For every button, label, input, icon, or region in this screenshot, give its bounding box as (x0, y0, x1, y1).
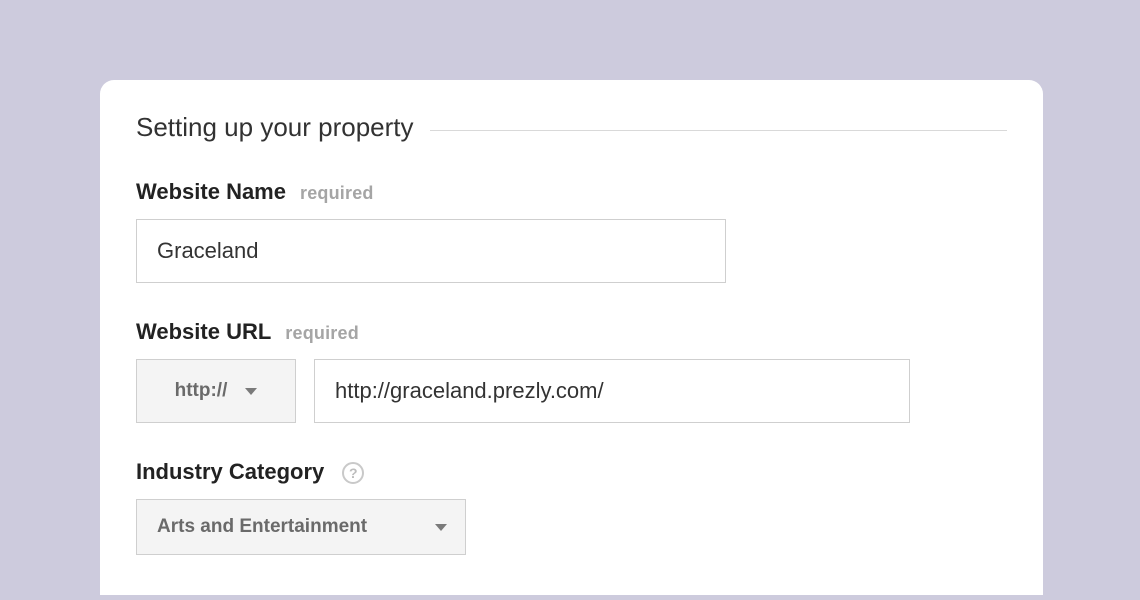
field-website-url: Website URL required http:// (136, 319, 1007, 423)
website-name-label: Website Name (136, 179, 286, 205)
field-website-name: Website Name required (136, 179, 1007, 283)
required-tag: required (300, 183, 374, 204)
chevron-down-icon (245, 388, 257, 395)
field-label-row: Industry Category ? (136, 459, 1007, 485)
section-title: Setting up your property (136, 112, 414, 143)
help-icon[interactable]: ? (342, 462, 364, 484)
industry-category-select[interactable]: Arts and Entertainment (136, 499, 466, 555)
section-divider (430, 130, 1008, 131)
chevron-down-icon (435, 524, 447, 531)
protocol-select[interactable]: http:// (136, 359, 296, 423)
url-row: http:// (136, 359, 1007, 423)
section-header: Setting up your property (136, 112, 1007, 143)
protocol-value: http:// (175, 380, 228, 402)
field-label-row: Website URL required (136, 319, 1007, 345)
website-name-input[interactable] (136, 219, 726, 283)
required-tag: required (285, 323, 359, 344)
industry-category-value: Arts and Entertainment (157, 516, 367, 538)
field-label-row: Website Name required (136, 179, 1007, 205)
website-url-label: Website URL (136, 319, 271, 345)
website-url-input[interactable] (314, 359, 910, 423)
industry-category-label: Industry Category (136, 459, 324, 485)
property-setup-card: Setting up your property Website Name re… (100, 80, 1043, 595)
field-industry-category: Industry Category ? Arts and Entertainme… (136, 459, 1007, 555)
